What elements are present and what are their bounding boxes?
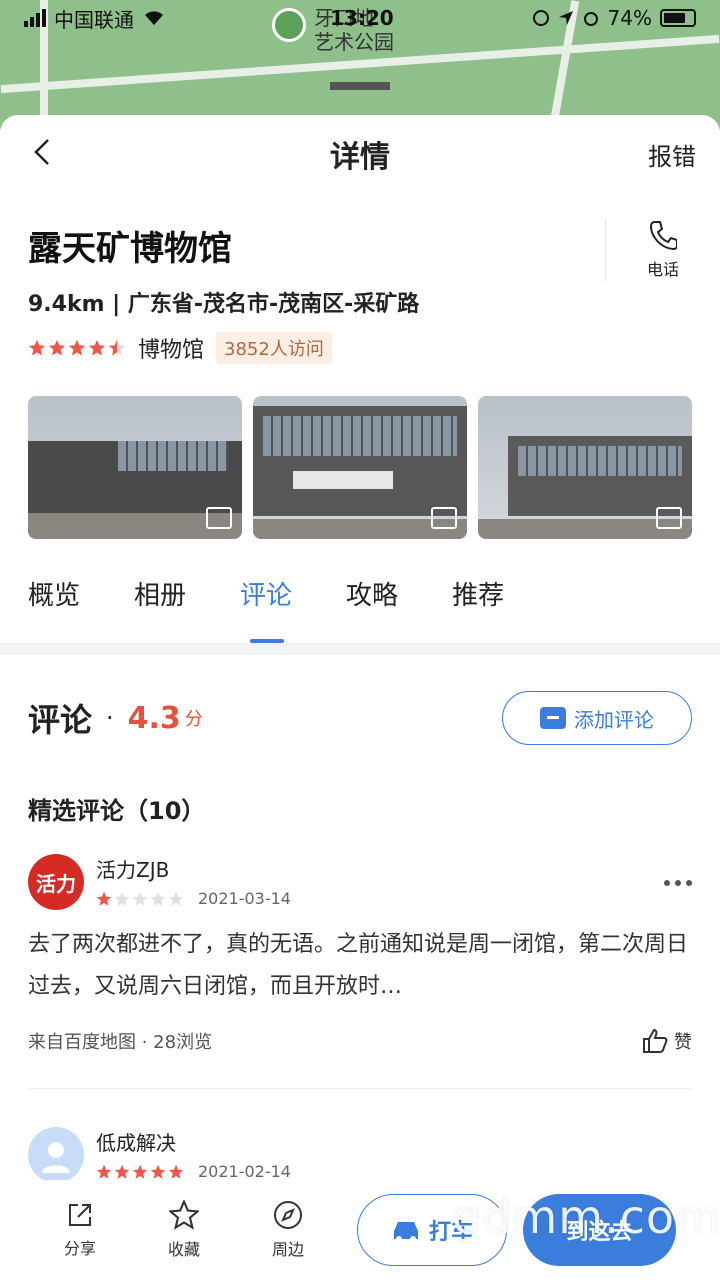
visits-badge: 3852人访问	[216, 332, 332, 364]
separator-dot: ·	[106, 704, 114, 732]
reviewer-name[interactable]: 低成解决	[96, 1127, 291, 1156]
default-avatar-icon	[42, 1142, 70, 1173]
poi-photo-1[interactable]	[28, 396, 242, 539]
image-icon	[206, 507, 232, 529]
orientation-lock-icon	[532, 10, 549, 26]
reviews-header: 评论 · 4.3 分 添加评论	[0, 691, 720, 745]
poi-photo-2[interactable]	[253, 396, 467, 539]
featured-reviews-title: 精选评论（10）	[28, 797, 206, 825]
review-source: 来自百度地图 · 28浏览	[28, 1032, 213, 1053]
review-date: 2021-02-14	[198, 1162, 291, 1181]
star-icon	[114, 1164, 130, 1179]
image-icon	[431, 507, 457, 529]
star-icon	[168, 1164, 184, 1179]
tab-bar: 概览 相册 评论 攻略 推荐	[0, 575, 720, 643]
call-button[interactable]: 电话	[605, 219, 720, 281]
add-review-label: 添加评论	[574, 707, 654, 732]
thumbs-up-icon	[643, 1028, 668, 1053]
like-label: 赞	[674, 1032, 692, 1053]
star-icon	[28, 339, 46, 356]
location-arrow-icon	[558, 11, 573, 25]
image-icon	[656, 507, 682, 529]
carrier-name: 中国联通	[54, 7, 134, 32]
tab-guides[interactable]: 攻略	[346, 575, 398, 635]
star-icon	[150, 1164, 166, 1179]
avatar[interactable]	[28, 1127, 84, 1183]
battery-percent: 74%	[607, 6, 652, 30]
star-icon	[68, 339, 86, 356]
section-divider	[0, 643, 720, 655]
favorite-label: 收藏	[167, 1240, 200, 1259]
empty-star-icon	[168, 891, 184, 906]
tab-recommend[interactable]: 推荐	[452, 575, 504, 635]
page-title: 详情	[330, 140, 390, 175]
poi-name: 露天矿博物馆	[28, 229, 232, 269]
poi-address[interactable]: 9.4km | 广东省-茂名市-茂南区-采矿路	[28, 286, 692, 318]
more-options-icon[interactable]	[664, 880, 692, 886]
tab-album[interactable]: 相册	[134, 575, 186, 635]
review-rating-stars	[96, 1164, 184, 1180]
avatar[interactable]: 活力	[28, 854, 84, 910]
nearby-label: 周边	[271, 1240, 304, 1259]
add-review-button[interactable]: 添加评论	[502, 691, 692, 745]
review-item[interactable]: 活力 活力ZJB 2021-03-14 去了两次都进不了，真的无语。之前通知说是…	[0, 854, 720, 1054]
call-label: 电话	[646, 260, 679, 279]
nav-bar: 详情 报错	[0, 115, 720, 193]
star-icon	[96, 1164, 112, 1179]
back-arrow-icon[interactable]	[28, 137, 58, 167]
empty-star-icon	[132, 891, 148, 906]
tab-overview[interactable]: 概览	[28, 575, 80, 635]
share-icon	[69, 1204, 91, 1226]
star-icon	[48, 339, 66, 356]
star-icon	[88, 339, 106, 356]
status-bar: 中国联通 13:20 74%	[0, 0, 720, 36]
signal-icon	[24, 9, 46, 27]
share-button[interactable]: 分享	[28, 1201, 132, 1259]
empty-star-icon	[150, 891, 166, 906]
car-icon	[393, 1222, 418, 1242]
star-icon	[132, 1164, 148, 1179]
poi-header: 露天矿博物馆 9.4km | 广东省-茂名市-茂南区-采矿路 博物馆 3852人…	[0, 193, 720, 364]
poi-photo-3[interactable]	[478, 396, 692, 539]
clock: 13:20	[330, 6, 394, 30]
favorite-button[interactable]: 收藏	[132, 1200, 236, 1260]
reviews-title: 评论	[28, 701, 93, 739]
share-label: 分享	[63, 1239, 96, 1258]
review-rating-stars	[96, 891, 184, 907]
reviewer-name[interactable]: 活力ZJB	[96, 854, 291, 883]
half-star-icon	[108, 339, 126, 356]
like-button[interactable]: 赞	[642, 1028, 692, 1054]
star-outline-icon	[169, 1200, 199, 1230]
phone-icon	[649, 221, 677, 250]
poi-rating-stars	[28, 339, 126, 357]
review-score: 4.3	[127, 700, 181, 736]
watermark: gdmm.com	[452, 1190, 720, 1244]
battery-icon	[660, 9, 696, 27]
detail-sheet: 详情 报错 露天矿博物馆 9.4km | 广东省-茂名市-茂南区-采矿路 博物馆…	[0, 115, 720, 1280]
wifi-icon	[145, 11, 163, 25]
alarm-icon	[583, 12, 598, 26]
report-error-button[interactable]: 报错	[648, 137, 696, 172]
review-text[interactable]: 去了两次都进不了，真的无语。之前通知说是周一闭馆，第二次周日过去，又说周六日闭馆…	[28, 924, 692, 1008]
review-item[interactable]: 低成解决 2021-02-14	[0, 1127, 720, 1197]
star-icon	[96, 891, 112, 906]
review-date: 2021-03-14	[198, 889, 291, 908]
photo-strip	[0, 396, 720, 539]
nearby-button[interactable]: 周边	[236, 1200, 340, 1260]
score-unit: 分	[184, 709, 203, 730]
compass-icon	[274, 1201, 302, 1229]
comment-icon	[540, 707, 566, 729]
tab-reviews[interactable]: 评论	[240, 575, 292, 643]
poi-category: 博物馆	[138, 338, 205, 363]
empty-star-icon	[114, 891, 130, 906]
review-divider	[28, 1088, 692, 1089]
